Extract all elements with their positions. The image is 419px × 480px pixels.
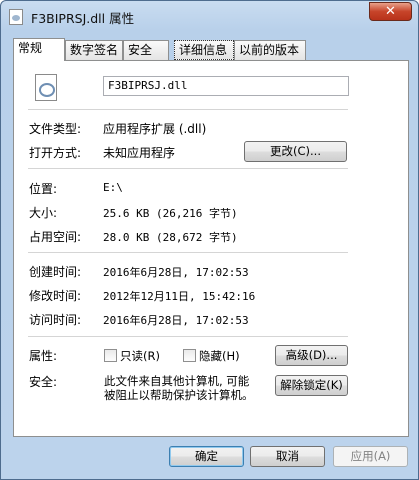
location-label: 位置: <box>29 182 58 196</box>
file-type-label: 文件类型: <box>29 122 82 136</box>
readonly-label[interactable]: 只读(R) <box>120 348 160 364</box>
security-label: 安全: <box>29 375 58 389</box>
open-with-label: 打开方式: <box>29 146 82 160</box>
security-message-line2: 被阻止以帮助保护该计算机。 <box>104 388 254 402</box>
created-value: 2016年6月28日, 17:02:53 <box>103 266 249 279</box>
separator <box>28 109 348 110</box>
separator <box>28 336 348 337</box>
separator <box>28 252 348 253</box>
hidden-label[interactable]: 隐藏(H) <box>199 348 240 364</box>
window-title: F3BIPRSJ.dll 属性 <box>31 11 135 26</box>
unblock-button[interactable]: 解除锁定(K) <box>275 375 348 396</box>
open-with-value: 未知应用程序 <box>103 146 176 160</box>
modified-label: 修改时间: <box>29 289 82 303</box>
location-value: E:\ <box>103 181 123 194</box>
tab-previous-versions[interactable]: 以前的版本 <box>234 40 306 60</box>
separator <box>28 168 348 169</box>
size-on-disk-label: 占用空间: <box>29 230 82 244</box>
size-label: 大小: <box>29 206 58 220</box>
apply-button[interactable]: 应用(A) <box>333 446 408 467</box>
attributes-label: 属性: <box>29 349 58 363</box>
tab-security[interactable]: 安全 <box>123 40 169 60</box>
tab-digital-signatures[interactable]: 数字签名 <box>65 40 123 60</box>
tab-general[interactable]: 常规 <box>13 38 65 61</box>
accessed-value: 2016年6月28日, 17:02:53 <box>103 314 249 327</box>
file-type-value: 应用程序扩展 (.dll) <box>103 122 207 136</box>
change-button[interactable]: 更改(C)... <box>244 141 347 162</box>
size-value: 25.6 KB (26,216 字节) <box>103 207 238 220</box>
readonly-checkbox[interactable] <box>104 349 117 362</box>
file-name-field[interactable]: F3BIPRSJ.dll <box>103 76 349 96</box>
dll-file-icon <box>35 74 57 101</box>
tab-details[interactable]: 详细信息 <box>174 40 234 60</box>
modified-value: 2012年12月11日, 15:42:16 <box>103 290 256 303</box>
close-button[interactable]: ✕ <box>369 2 412 21</box>
size-on-disk-value: 28.0 KB (28,672 字节) <box>103 231 238 244</box>
ok-button[interactable]: 确定 <box>169 446 244 467</box>
created-label: 创建时间: <box>29 265 82 279</box>
cancel-button[interactable]: 取消 <box>250 446 325 467</box>
accessed-label: 访问时间: <box>29 313 82 327</box>
hidden-checkbox[interactable] <box>183 349 196 362</box>
title-bar[interactable]: F3BIPRSJ.dll 属性 ✕ <box>1 1 418 31</box>
file-icon <box>9 9 23 25</box>
properties-window: F3BIPRSJ.dll 属性 ✕ 常规 数字签名 安全 详细信息 以前的版本 … <box>0 0 419 480</box>
advanced-button[interactable]: 高级(D)... <box>275 345 348 366</box>
